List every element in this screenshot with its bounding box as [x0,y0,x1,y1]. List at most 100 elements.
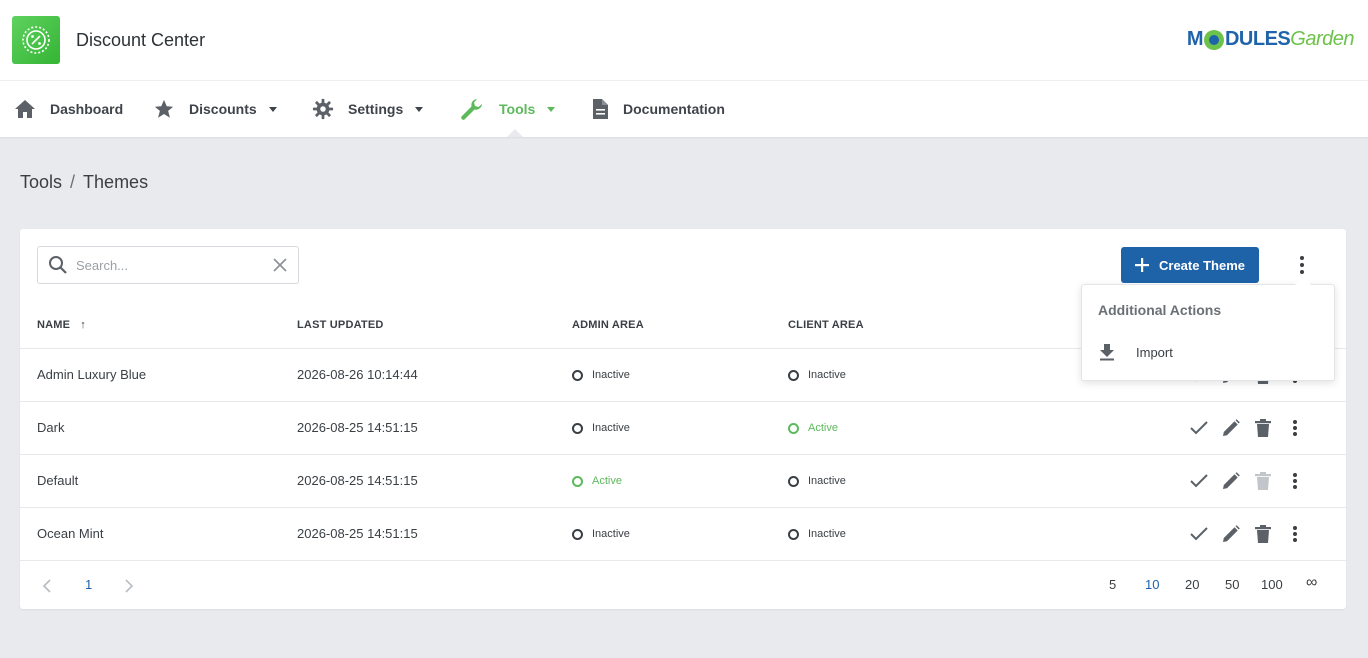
page-size-10[interactable]: 10 [1145,577,1159,592]
brand-text-garden: Garden [1290,28,1354,50]
row-more-button[interactable] [1279,419,1311,437]
status-text: Inactive [592,369,630,381]
row-more-button[interactable] [1279,472,1311,490]
edit-button[interactable] [1215,472,1247,490]
close-icon[interactable] [272,257,288,273]
breadcrumb-current: Themes [83,172,149,192]
create-theme-button[interactable]: Create Theme [1121,247,1259,283]
page-size-20[interactable]: 20 [1185,577,1199,592]
status-dot [788,422,799,434]
status-dot [572,422,583,434]
check-icon [1190,421,1208,435]
table-row[interactable]: Dark 2026-08-25 14:51:15 Inactive Active [20,402,1346,455]
theme-name: Ocean Mint [37,526,104,541]
page-size-5[interactable]: 5 [1109,577,1116,592]
column-header-name[interactable]: NAME ↑ [37,319,86,331]
nav-label-settings: Settings [348,101,404,117]
status-text: Inactive [808,369,846,381]
nav-item-settings[interactable]: Settings [312,81,424,137]
download-icon [1100,344,1114,361]
wrench-icon [461,99,482,120]
pencil-icon [1223,525,1240,542]
chevron-left-icon[interactable] [42,579,52,593]
activate-button[interactable] [1183,527,1215,541]
client-area-status: Inactive [788,528,846,540]
sort-asc-icon: ↑ [80,319,86,331]
page-size-50[interactable]: 50 [1225,577,1239,592]
theme-last-updated: 2026-08-25 14:51:15 [297,473,418,488]
table-row[interactable]: Default 2026-08-25 14:51:15 Active Inact… [20,455,1346,508]
admin-area-status: Inactive [572,422,630,434]
search-input[interactable] [76,257,256,273]
page-size-100[interactable]: 100 [1261,577,1283,592]
page-size-all[interactable]: ∞ [1306,574,1317,592]
modulesgarden-logo[interactable]: M DULES Garden [1186,28,1355,51]
row-more-button[interactable] [1279,525,1311,543]
status-text: Inactive [808,528,846,540]
nav-item-discounts[interactable]: Discounts [153,81,277,137]
admin-area-status: Inactive [572,528,630,540]
star-icon [154,99,174,118]
nav-active-pointer [507,129,523,137]
status-dot [788,475,799,487]
delete-button-disabled [1247,472,1279,490]
row-actions [1183,419,1311,437]
status-text: Active [808,422,838,434]
chevron-down-icon [415,106,424,112]
nav-item-dashboard[interactable]: Dashboard [14,81,123,137]
app-logo[interactable] [12,16,60,64]
edit-button[interactable] [1215,419,1247,437]
client-area-status: Inactive [788,475,846,487]
brand-text-m: M [1186,28,1204,50]
search-box [37,246,299,284]
activate-button[interactable] [1183,421,1215,435]
nav-label-discounts: Discounts [189,101,257,117]
check-icon [1190,527,1208,541]
nav-label-documentation: Documentation [623,101,725,117]
status-dot [572,528,583,540]
table-row[interactable]: Ocean Mint 2026-08-25 14:51:15 Inactive … [20,508,1346,561]
breadcrumb-parent[interactable]: Tools [20,172,62,193]
status-text: Inactive [592,422,630,434]
trash-icon [1255,525,1271,543]
chevron-down-icon [268,106,277,112]
theme-name: Default [37,473,79,488]
import-label: Import [1136,344,1173,360]
chevron-right-icon[interactable] [124,579,134,593]
nav-label-dashboard: Dashboard [50,101,124,117]
chevron-down-icon [547,106,556,112]
theme-last-updated: 2026-08-26 10:14:44 [297,367,418,382]
column-header-admin-area[interactable]: ADMIN AREA [572,319,644,331]
status-text: Inactive [592,528,630,540]
status-text: Active [592,475,622,487]
nav-item-documentation[interactable]: Documentation [591,81,725,137]
client-area-status: Active [788,422,838,434]
theme-last-updated: 2026-08-25 14:51:15 [297,526,418,541]
pagination: 1 5 10 20 50 100 ∞ [20,561,1346,609]
more-vertical-icon [1293,420,1297,436]
status-dot [788,369,799,381]
import-menu-item[interactable]: Import [1098,343,1173,361]
page-number[interactable]: 1 [85,577,92,592]
delete-button[interactable] [1247,419,1279,437]
column-header-last-updated[interactable]: LAST UPDATED [297,319,384,331]
admin-area-status: Active [572,475,622,487]
more-vertical-icon[interactable] [1292,253,1312,277]
activate-button[interactable] [1183,474,1215,488]
dropdown-title: Additional Actions [1098,302,1222,318]
column-header-client-area[interactable]: CLIENT AREA [788,319,864,331]
more-vertical-icon [1293,526,1297,542]
home-icon [15,100,35,118]
create-theme-label: Create Theme [1159,257,1245,273]
search-icon [49,256,67,274]
pencil-icon [1223,472,1240,489]
trash-icon [1255,419,1271,437]
delete-button[interactable] [1247,525,1279,543]
theme-name: Admin Luxury Blue [37,367,147,382]
top-bar: Discount Center M DULES Garden [0,0,1368,81]
gear-icon [312,98,334,120]
brand-text-dules: DULES [1224,28,1291,50]
app-title: Discount Center [76,30,206,50]
column-label-name: NAME [37,319,71,331]
edit-button[interactable] [1215,525,1247,543]
